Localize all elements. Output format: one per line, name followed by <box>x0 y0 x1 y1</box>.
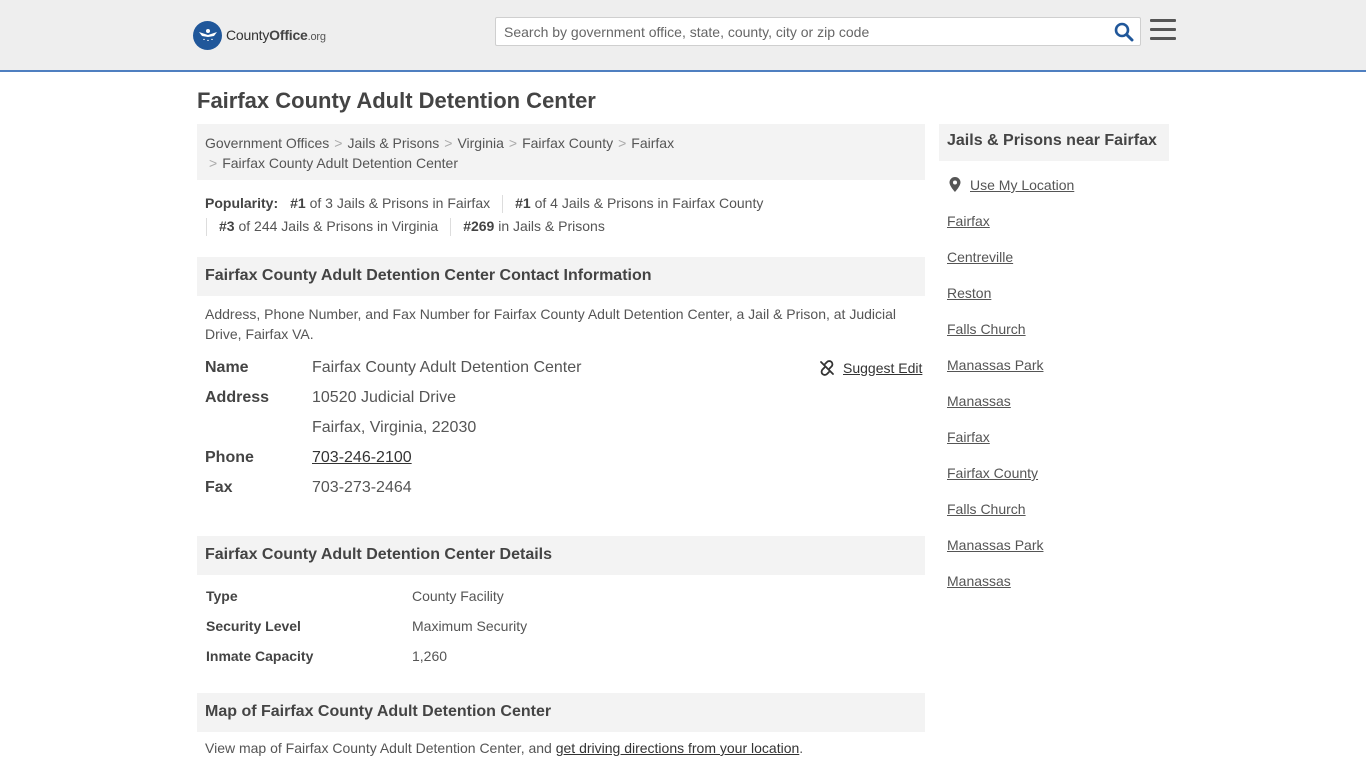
search-icon[interactable] <box>1114 22 1134 42</box>
sidebar-link-fairfax-2[interactable]: Fairfax <box>947 429 990 445</box>
breadcrumb-current: Fairfax County Adult Detention Center <box>222 155 458 171</box>
search-input[interactable] <box>496 18 1106 45</box>
map-pin-icon <box>949 177 961 192</box>
breadcrumb-link-government-offices[interactable]: Government Offices <box>205 135 329 151</box>
site-logo[interactable]: CountyOffice.org <box>193 20 326 50</box>
search-box <box>495 17 1141 46</box>
sidebar-link-fairfax[interactable]: Fairfax <box>947 213 990 229</box>
breadcrumb-separator: > <box>508 135 518 151</box>
sidebar-heading: Jails & Prisons near Fairfax <box>939 124 1169 161</box>
suggest-edit-link[interactable]: Suggest Edit <box>843 360 922 376</box>
driving-directions-link[interactable]: get driving directions from your locatio… <box>556 740 800 756</box>
breadcrumb-link-fairfax[interactable]: Fairfax <box>631 135 674 151</box>
details-heading: Fairfax County Adult Detention Center De… <box>197 536 925 575</box>
page-title: Fairfax County Adult Detention Center <box>197 88 596 113</box>
breadcrumb-separator: > <box>618 135 627 151</box>
breadcrumb-separator: > <box>334 135 343 151</box>
contact-description: Address, Phone Number, and Fax Number fo… <box>205 306 897 342</box>
popularity-label: Popularity: <box>205 195 279 211</box>
sidebar-link-manassas-park-2[interactable]: Manassas Park <box>947 537 1043 553</box>
breadcrumb-link-fairfax-county[interactable]: Fairfax County <box>522 135 613 151</box>
sidebar-link-centreville[interactable]: Centreville <box>947 249 1013 265</box>
sidebar-link-manassas[interactable]: Manassas <box>947 393 1011 409</box>
popularity-divider <box>206 217 207 236</box>
use-my-location[interactable]: Use My Location <box>949 177 1074 193</box>
popularity-ranks: Popularity: #1 of 3 Jails & Prisons in F… <box>205 192 925 238</box>
breadcrumb-link-jails-prisons[interactable]: Jails & Prisons <box>347 135 439 151</box>
popularity-divider <box>502 194 504 213</box>
top-header: CountyOffice.org <box>0 0 1366 72</box>
popularity-rank-item: #1 of 3 Jails & Prisons in Fairfax <box>290 195 491 211</box>
contact-heading: Fairfax County Adult Detention Center Co… <box>197 257 925 296</box>
sidebar-link-fairfax-county[interactable]: Fairfax County <box>947 465 1038 481</box>
breadcrumb-link-virginia[interactable]: Virginia <box>457 135 503 151</box>
hamburger-menu-icon[interactable] <box>1150 19 1176 42</box>
unlink-icon <box>820 360 834 376</box>
breadcrumb-separator: > <box>209 155 218 171</box>
breadcrumb: Government Offices > Jails & Prisons > Virgi… <box>197 124 925 180</box>
map-heading: Map of Fairfax County Adult Detention Ce… <box>197 693 925 732</box>
logo-eagle-icon <box>193 20 222 50</box>
popularity-rank-item: #1 of 4 Jails & Prisons in Fairfax Count… <box>515 195 764 211</box>
sidebar-link-reston[interactable]: Reston <box>947 285 991 301</box>
popularity-rank-item: #3 of 244 Jails & Prisons in Virginia <box>219 218 439 234</box>
logo-wordmark: CountyOffice.org <box>226 27 326 43</box>
popularity-rank-item: #269 in Jails & Prisons <box>463 218 605 234</box>
sidebar-link-falls-church-2[interactable]: Falls Church <box>947 501 1026 517</box>
sidebar-link-manassas-2[interactable]: Manassas <box>947 573 1011 589</box>
use-my-location-link[interactable]: Use My Location <box>970 177 1074 193</box>
sidebar-link-manassas-park[interactable]: Manassas Park <box>947 357 1043 373</box>
breadcrumb-separator: > <box>444 135 453 151</box>
popularity-divider <box>450 217 452 236</box>
map-description: View map of Fairfax County Adult Detenti… <box>205 740 804 756</box>
suggest-edit[interactable]: Suggest Edit <box>819 360 922 376</box>
sidebar-link-falls-church[interactable]: Falls Church <box>947 321 1026 337</box>
phone-link[interactable]: 703-246-2100 <box>312 449 412 466</box>
